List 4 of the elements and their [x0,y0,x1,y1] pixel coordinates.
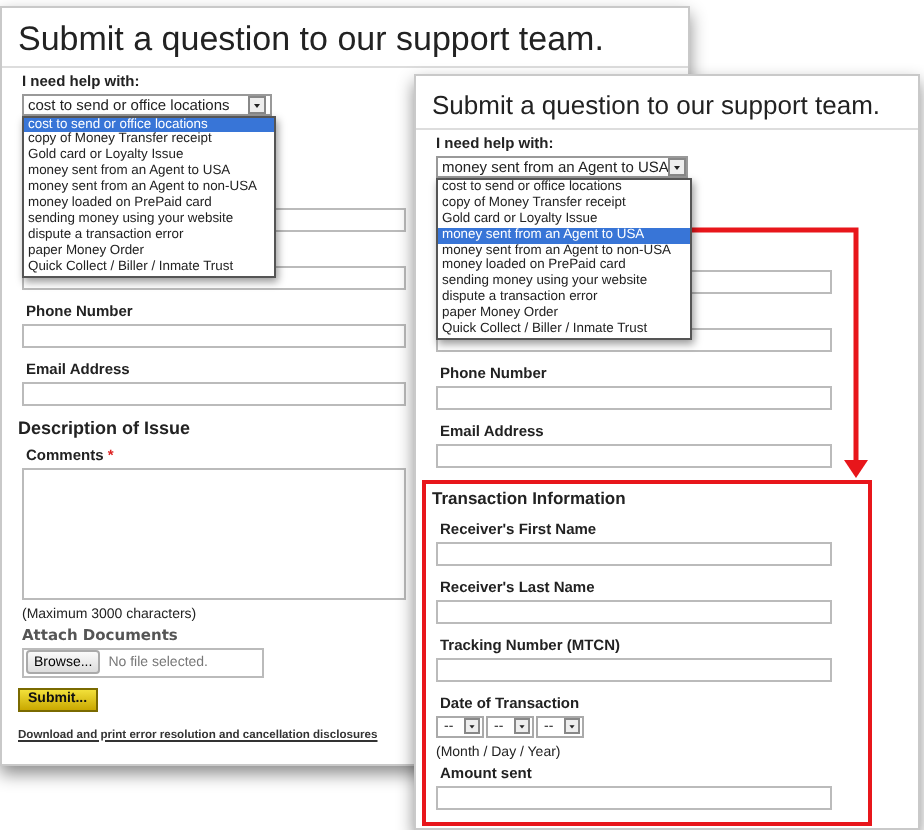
section-heading: Transaction Information [432,487,626,508]
section-heading: Description of Issue [18,417,191,438]
form-title: Submit a question to our support team. [18,20,604,60]
form-title: Submit a question to our support team. [432,92,881,122]
